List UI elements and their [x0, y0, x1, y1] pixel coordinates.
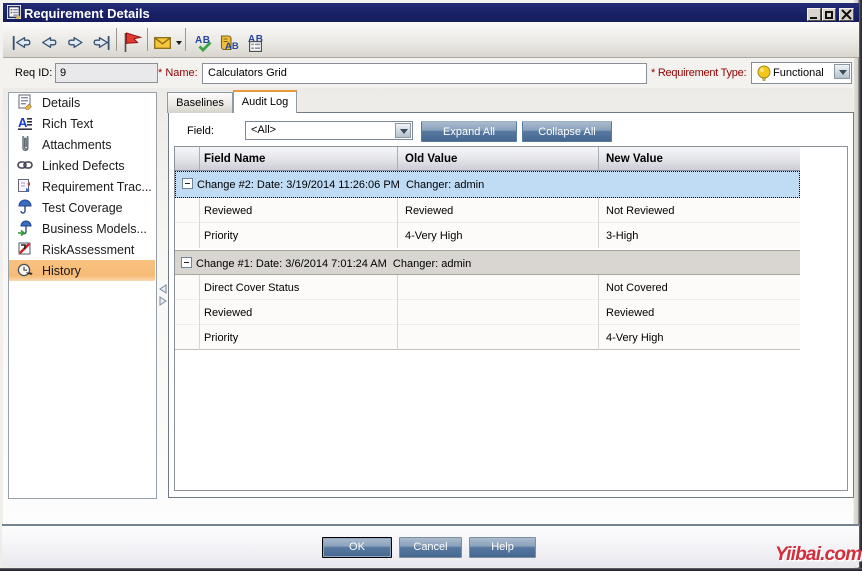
svg-text:A: A [18, 115, 28, 130]
